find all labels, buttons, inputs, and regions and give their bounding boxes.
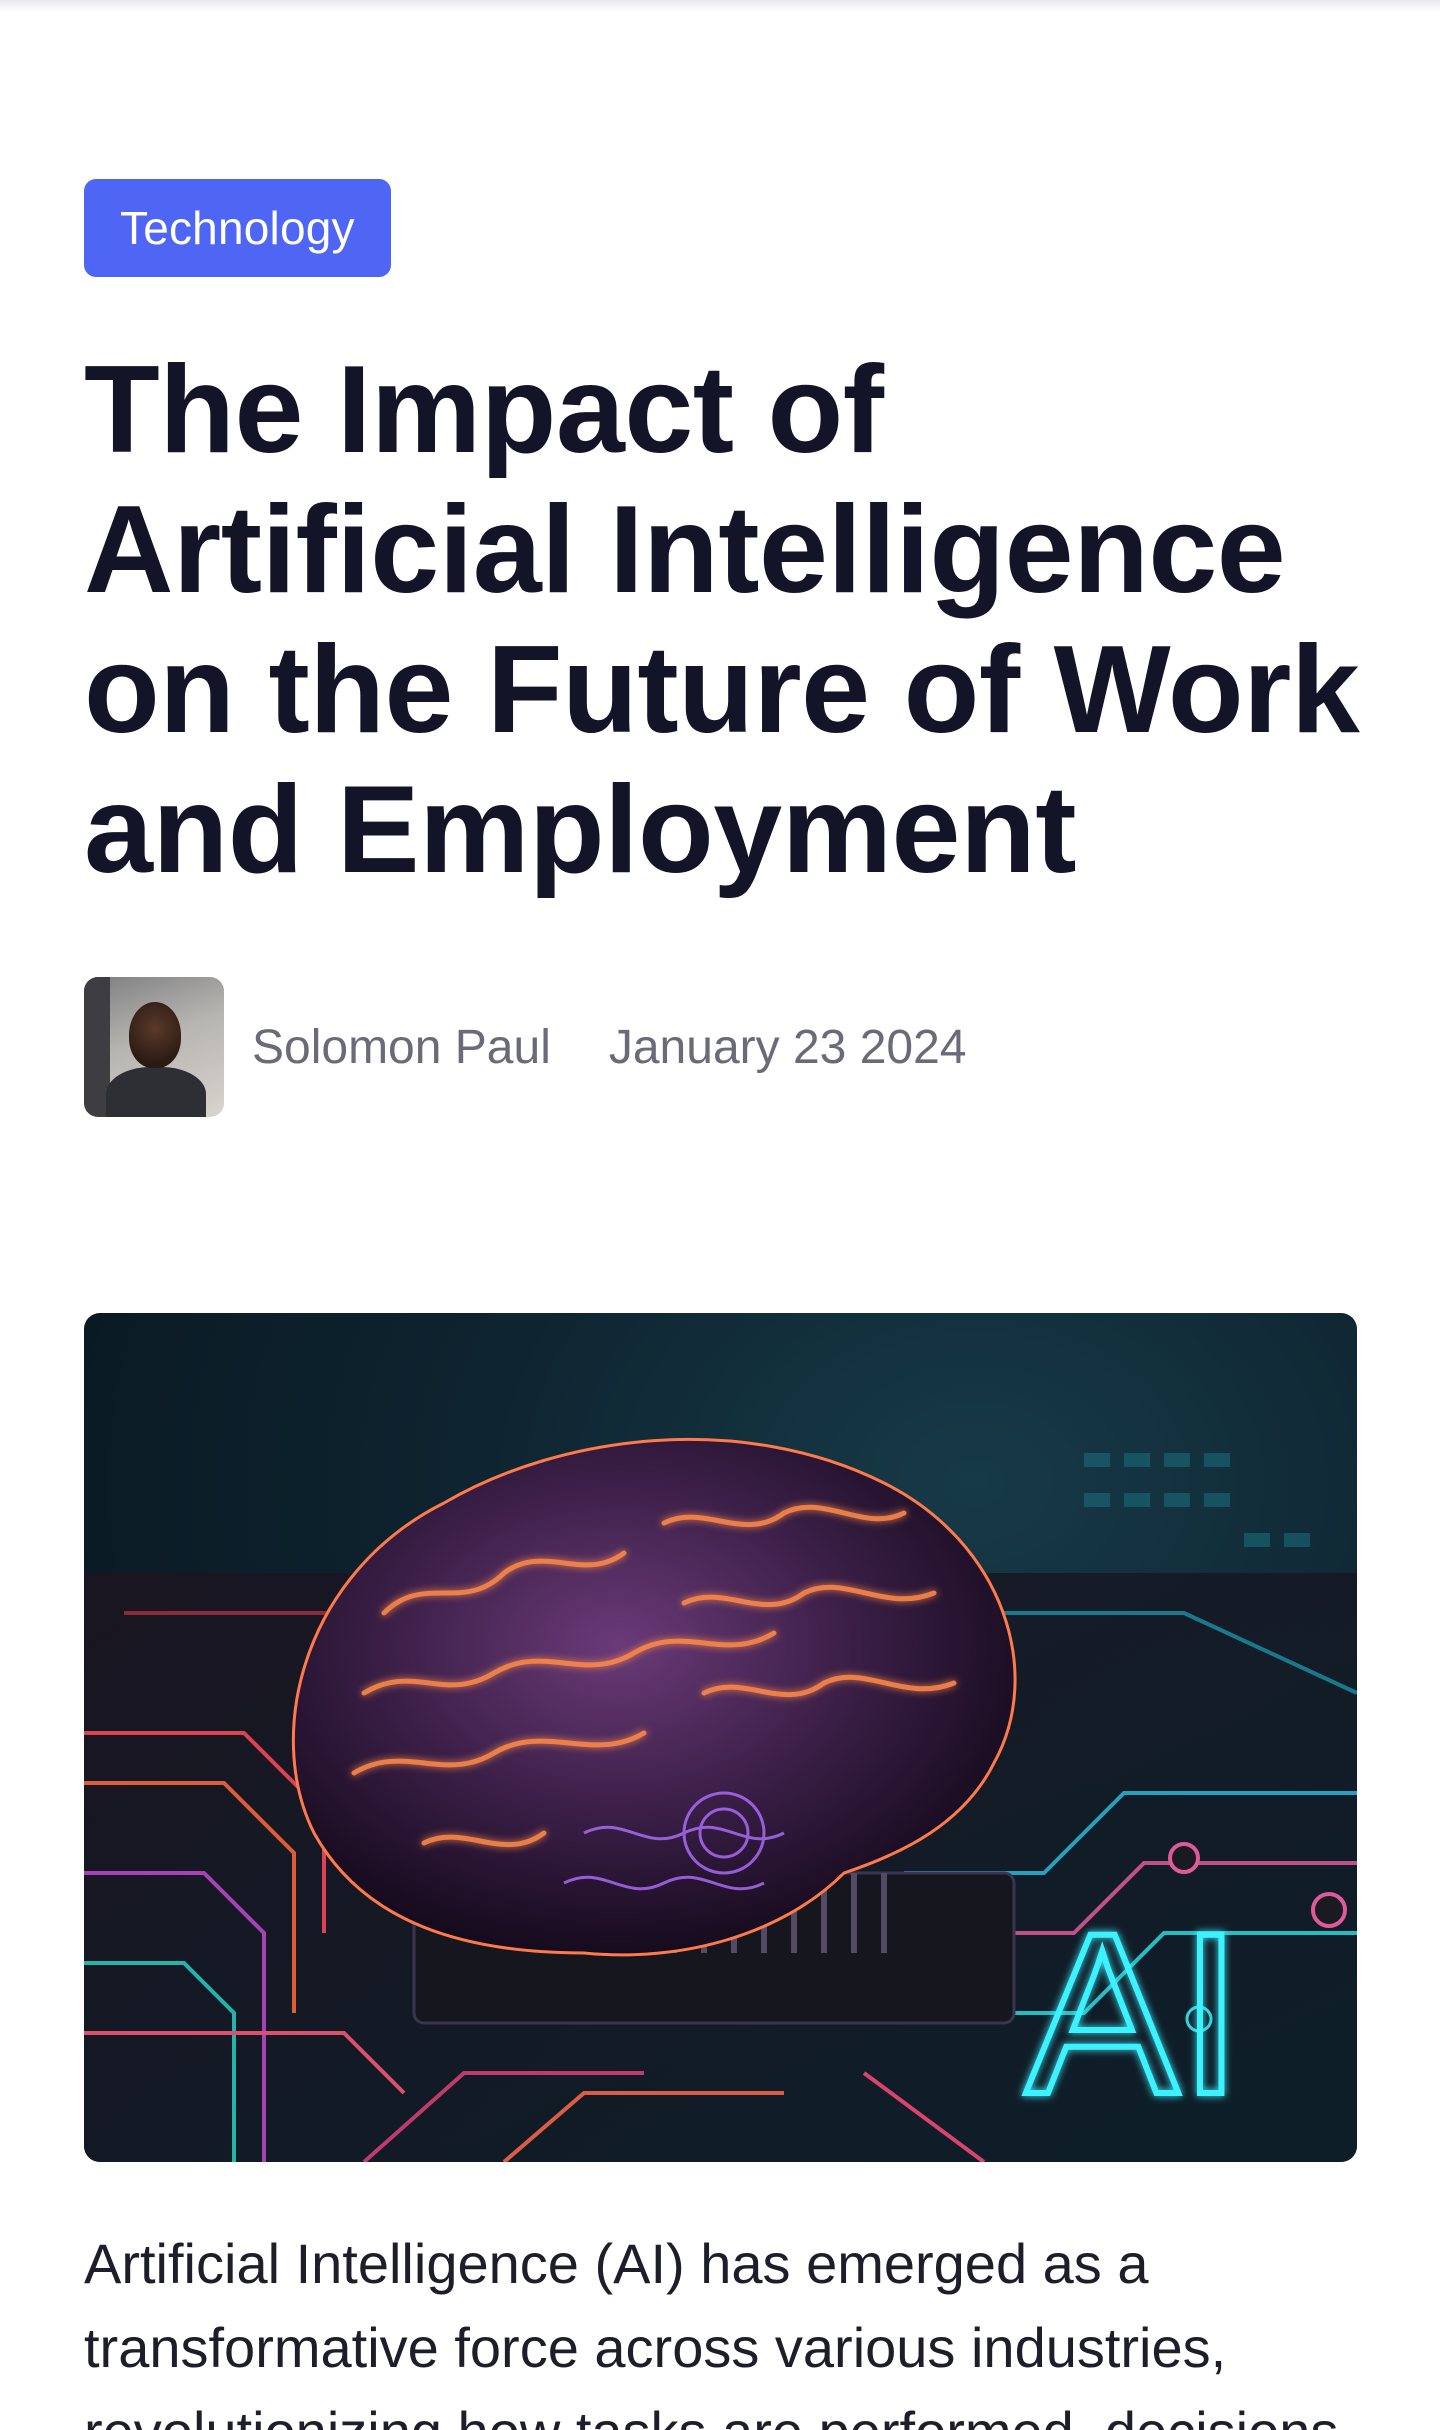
article-title: The Impact of Artificial Intelligence on…	[84, 341, 1360, 899]
category-badge[interactable]: Technology	[84, 179, 391, 277]
hero-image: AI	[84, 1313, 1357, 2162]
ai-brain-illustration: AI	[84, 1438, 1357, 2162]
publish-date: January 23 2024	[608, 1020, 967, 1074]
article-intro: Artificial Intelligence (AI) has emerged…	[84, 2232, 1338, 2430]
ai-glow-text: AI	[1025, 1885, 1242, 2142]
article-page: Technology The Impact of Artificial Inte…	[0, 0, 1440, 2430]
top-bar-shadow	[0, 0, 1440, 12]
author-avatar[interactable]	[84, 977, 224, 1117]
avatar-shirt	[106, 1067, 206, 1117]
author-name[interactable]: Solomon Paul	[252, 1020, 551, 1075]
article-meta: Solomon Paul January 23 2024	[84, 977, 966, 1117]
board-components	[1084, 1453, 1310, 1547]
avatar-head	[129, 1002, 181, 1068]
